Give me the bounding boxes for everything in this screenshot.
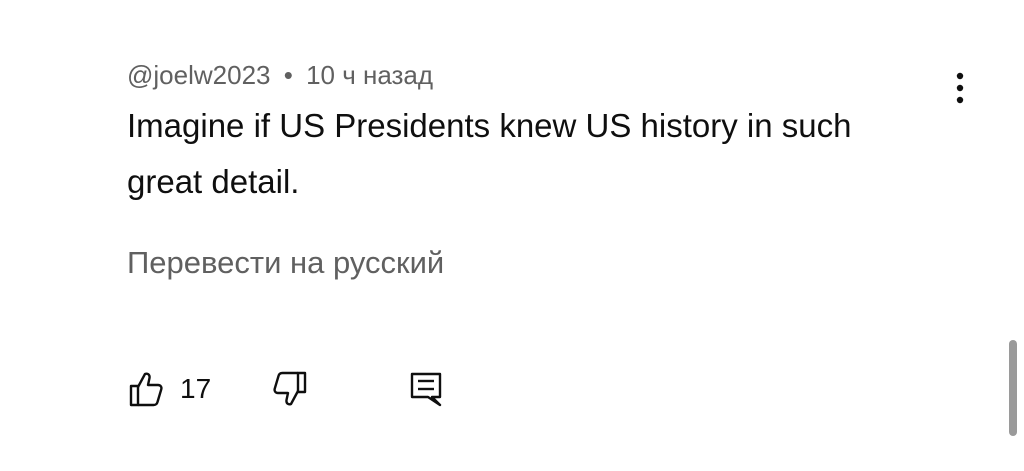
comment-text: Imagine if US Presidents knew US history…: [127, 107, 852, 200]
comment: @joelw2023 • 10 ч назад Imagine if US Pr…: [127, 58, 927, 210]
thumbs-up-icon: [129, 372, 163, 407]
like-button[interactable]: 17: [128, 370, 211, 408]
comment-reply-icon: [410, 372, 442, 407]
meta-separator: •: [283, 60, 293, 90]
scrollbar-thumb[interactable]: [1009, 340, 1017, 436]
comment-author[interactable]: @joelw2023: [127, 60, 270, 90]
like-count: 17: [180, 373, 212, 404]
dislike-button[interactable]: [272, 370, 308, 408]
translate-link[interactable]: Перевести на русский: [127, 243, 444, 283]
more-vertical-icon: [956, 72, 964, 104]
reply-button[interactable]: [408, 370, 444, 408]
more-options-button[interactable]: [942, 68, 978, 108]
comment-timestamp: 10 ч назад: [306, 60, 434, 90]
comment-actions: 17: [128, 370, 468, 410]
thumbs-down-icon: [273, 371, 307, 406]
comment-header: @joelw2023 • 10 ч назад: [127, 58, 927, 92]
